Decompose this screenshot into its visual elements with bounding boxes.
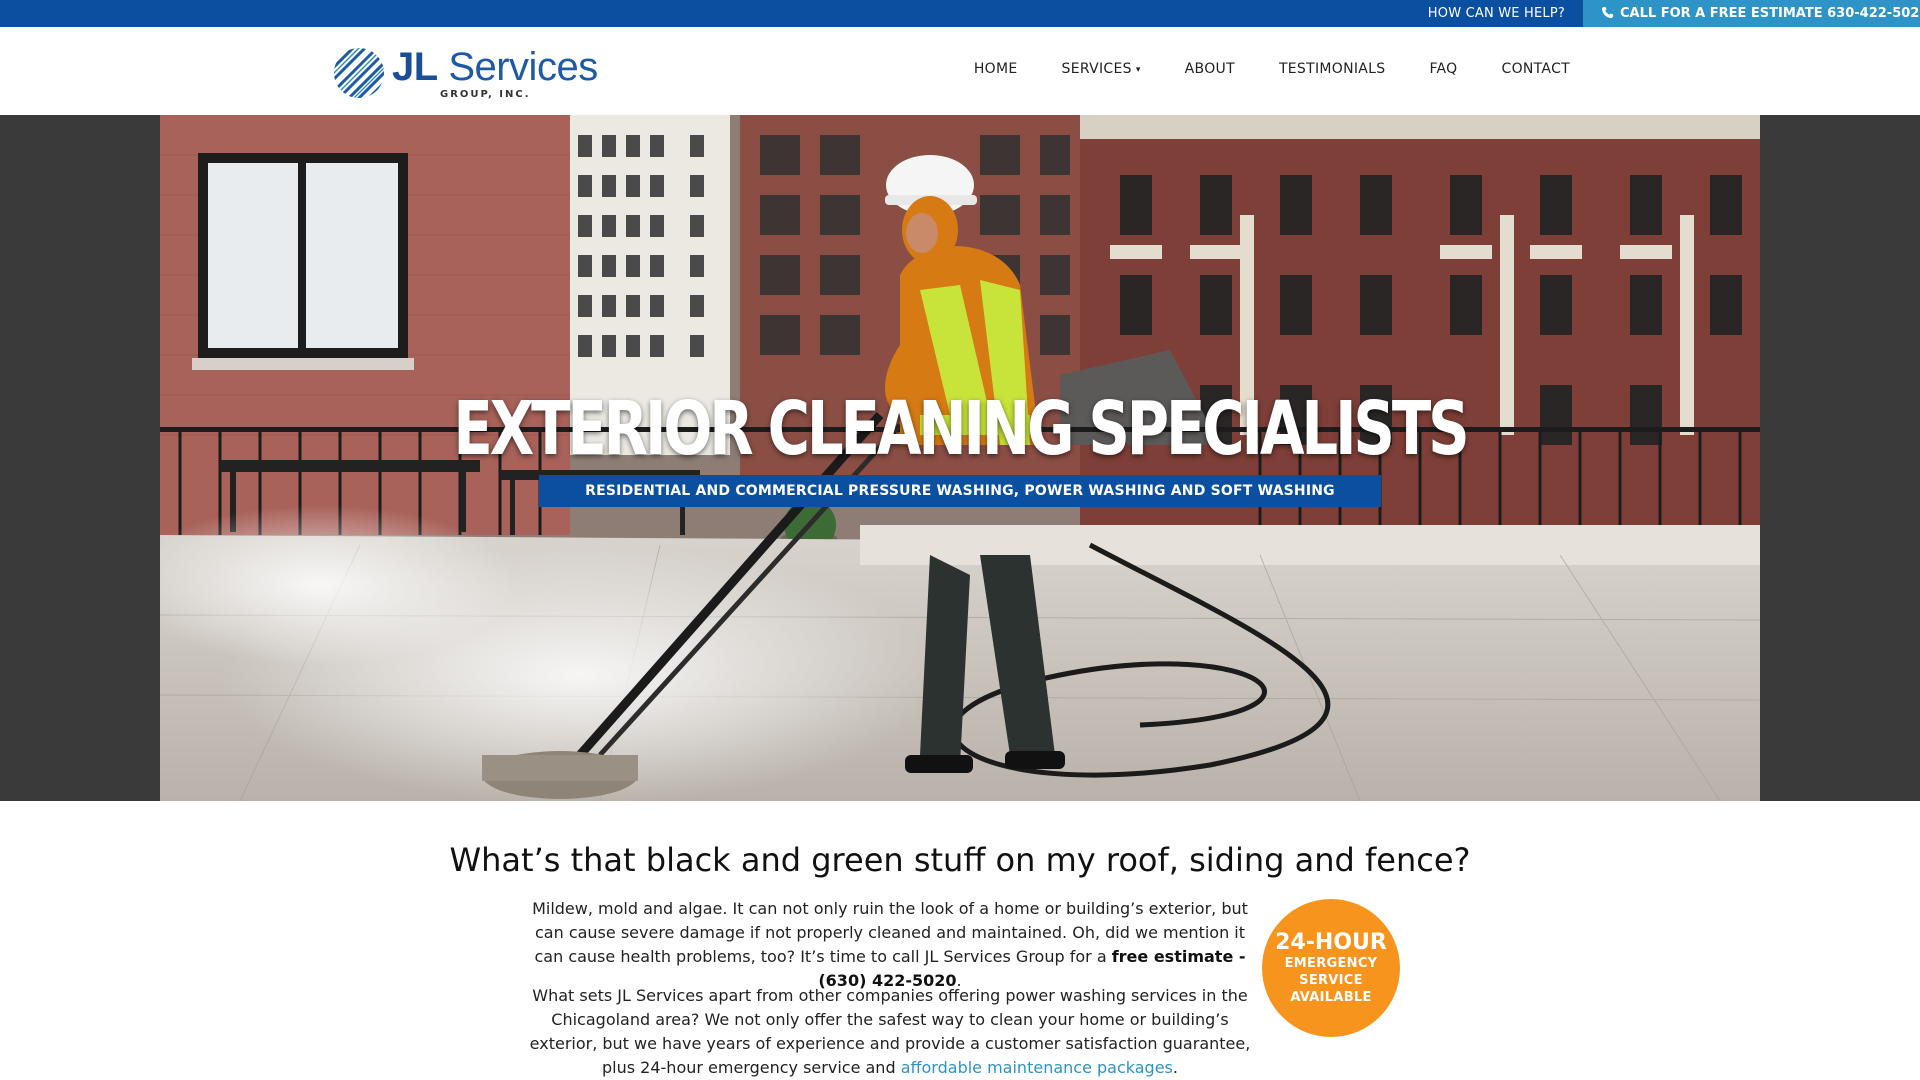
main-nav: HOME SERVICES ▾ ABOUT TESTIMONIALS FAQ CO… — [952, 61, 1570, 77]
phone-icon — [1601, 6, 1614, 19]
hero-title: EXTERIOR CLEANING SPECIALISTS — [453, 386, 1469, 472]
intro-paragraph: Mildew, mold and algae. It can not only … — [532, 899, 1248, 990]
about-paragraph: What sets JL Services apart from other c… — [529, 986, 1251, 1077]
nav-testimonials[interactable]: TESTIMONIALS — [1257, 61, 1408, 77]
call-estimate-label: CALL FOR A FREE ESTIMATE 630-422-5020 — [1620, 6, 1920, 21]
site-logo[interactable]: JL Services GROUP, INC. — [332, 37, 598, 107]
nav-faq[interactable]: FAQ — [1407, 61, 1479, 77]
nav-services[interactable]: SERVICES ▾ — [1040, 61, 1163, 77]
intro-section: What’s that black and green stuff on my … — [0, 801, 1920, 1080]
help-link[interactable]: HOW CAN WE HELP? — [1428, 0, 1565, 27]
section-headline: What’s that black and green stuff on my … — [449, 841, 1471, 879]
site-header: JL Services GROUP, INC. HOME SERVICES ▾ A… — [0, 27, 1920, 115]
nav-about[interactable]: ABOUT — [1163, 61, 1257, 77]
chevron-down-icon: ▾ — [1135, 65, 1141, 75]
top-bar: HOW CAN WE HELP? CALL FOR A FREE ESTIMAT… — [0, 0, 1920, 27]
call-estimate-button[interactable]: CALL FOR A FREE ESTIMATE 630-422-5020 — [1583, 0, 1920, 27]
nav-home[interactable]: HOME — [952, 61, 1040, 77]
hero-banner: EXTERIOR CLEANING SPECIALISTS RESIDENTIA… — [160, 115, 1760, 801]
maintenance-packages-link[interactable]: affordable maintenance packages — [901, 1058, 1173, 1077]
logo-wordmark: JL Services — [392, 45, 598, 89]
nav-contact[interactable]: CONTACT — [1480, 61, 1571, 77]
logo-globe-icon — [334, 48, 384, 98]
logo-subtitle: GROUP, INC. — [440, 89, 531, 100]
emergency-service-badge: 24-HOUR EMERGENCY SERVICE AVAILABLE — [1262, 899, 1400, 1037]
hero-subtitle: RESIDENTIAL AND COMMERCIAL PRESSURE WASH… — [539, 475, 1381, 507]
